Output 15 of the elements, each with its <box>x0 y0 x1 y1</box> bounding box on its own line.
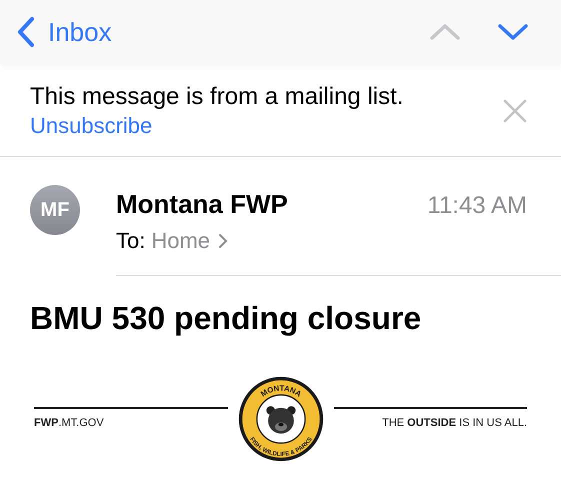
back-button[interactable]: Inbox <box>16 12 112 52</box>
message-time: 11:43 AM <box>427 191 527 221</box>
mailing-list-notice: This message is from a mailing list. <box>30 82 404 112</box>
close-icon[interactable] <box>503 99 527 123</box>
bear-drawing <box>266 406 296 434</box>
recipient-link[interactable]: Home <box>151 224 228 257</box>
avatar: MF <box>30 185 80 235</box>
chevron-icon <box>218 232 228 248</box>
website-text: FWP.MT.GOV <box>34 416 105 431</box>
to-label: To: <box>116 227 146 255</box>
sender-name: Montana FWP <box>116 188 288 221</box>
unsubscribe-link[interactable]: Unsubscribe <box>30 112 404 140</box>
slogan-text: THE OUTSIDE IS IN US ALL. <box>382 416 527 431</box>
back-chevron-icon <box>16 16 36 48</box>
message-subject: BMU 530 pending closure <box>29 299 422 338</box>
